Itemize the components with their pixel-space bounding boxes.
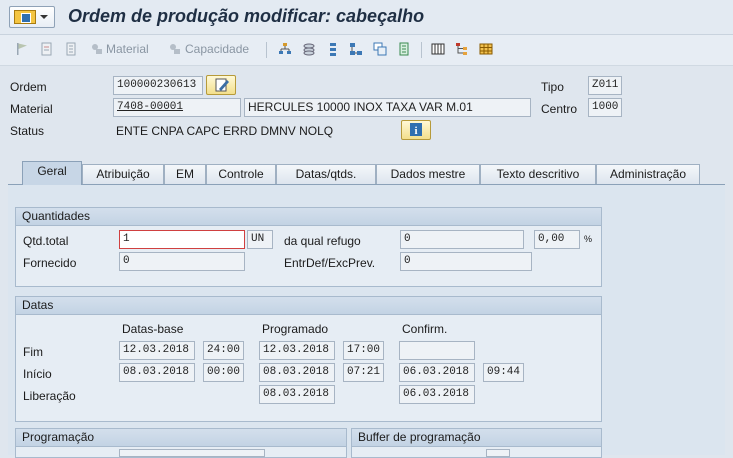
- liberacao-prog-date-field: 08.03.2018: [259, 385, 335, 404]
- info-icon: i: [410, 123, 422, 137]
- material-button[interactable]: Material: [106, 42, 149, 56]
- status-info-button[interactable]: i: [401, 120, 431, 140]
- table-icon[interactable]: [431, 42, 445, 56]
- capacidade-button[interactable]: Capacidade: [185, 42, 249, 56]
- tab-em[interactable]: EM: [164, 164, 206, 184]
- unit-field[interactable]: UN: [247, 230, 273, 249]
- chevron-down-icon: [40, 15, 48, 19]
- material-label: Material: [10, 102, 53, 116]
- programado-header: Programado: [262, 322, 329, 336]
- buffer-field[interactable]: [486, 449, 510, 457]
- tab-administracao[interactable]: Administração: [596, 164, 700, 184]
- fornecido-label: Fornecido: [23, 256, 77, 270]
- entrdef-field: 0: [400, 252, 532, 271]
- tree-icon[interactable]: [455, 42, 469, 56]
- toolbar-separator: [266, 42, 267, 58]
- entrdef-label: EntrDef/ExcPrev.: [284, 256, 376, 270]
- ordem-label: Ordem: [10, 80, 47, 94]
- tab-datas-qtds[interactable]: Datas/qtds.: [276, 164, 376, 184]
- hierarchy-icon[interactable]: [278, 42, 292, 56]
- fim-prog-date-field: 12.03.2018: [259, 341, 335, 360]
- liberacao-confirm-date-field: 06.03.2018: [399, 385, 475, 404]
- material-description-field: HERCULES 10000 INOX TAXA VAR M.01: [244, 98, 531, 117]
- qtd-total-field[interactable]: 1: [119, 230, 245, 249]
- tab-controle[interactable]: Controle: [206, 164, 276, 184]
- inicio-prog-time-field: 07:21: [343, 363, 384, 382]
- material-icon: [92, 44, 102, 54]
- datas-base-header: Datas-base: [122, 322, 184, 336]
- confirm-header: Confirm.: [402, 322, 448, 336]
- tab-texto-descritivo[interactable]: Texto descritivo: [480, 164, 596, 184]
- toolbar-separator: [421, 42, 422, 58]
- system-menu-button[interactable]: [9, 6, 55, 28]
- flag-icon[interactable]: [15, 42, 29, 56]
- datas-title: Datas: [16, 297, 601, 315]
- tab-atribuicao[interactable]: Atribuição: [82, 164, 164, 184]
- tab-dados-mestre[interactable]: Dados mestre: [376, 164, 480, 184]
- fim-prog-time-field: 17:00: [343, 341, 384, 360]
- centro-label: Centro: [541, 102, 578, 116]
- tab-strip: Geral Atribuição EM Controle Datas/qtds.…: [0, 160, 733, 185]
- edit-doc-icon[interactable]: [40, 42, 54, 56]
- refugo-field[interactable]: 0: [400, 230, 524, 249]
- fornecido-field: 0: [119, 252, 245, 271]
- menu-icon: [14, 10, 36, 24]
- edit-order-button[interactable]: [206, 75, 236, 95]
- grid-icon[interactable]: [479, 42, 493, 56]
- status-label: Status: [10, 124, 45, 138]
- inicio-confirm-date-field: 06.03.2018: [399, 363, 475, 382]
- network-icon[interactable]: [349, 42, 363, 56]
- pencil-icon: [215, 78, 229, 92]
- tipo-field[interactable]: Z011: [588, 76, 622, 95]
- windows-icon[interactable]: [373, 42, 387, 56]
- material-field[interactable]: 7408-00001: [113, 98, 241, 117]
- refugo-label: da qual refugo: [284, 234, 361, 248]
- application-toolbar: Material Capacidade: [0, 35, 733, 66]
- inicio-label: Início: [23, 367, 52, 381]
- programacao-field[interactable]: [119, 449, 265, 457]
- percent-sign: %: [584, 234, 593, 244]
- fim-confirm-date-field: [399, 341, 475, 360]
- quantidades-title: Quantidades: [16, 208, 601, 226]
- liberacao-label: Liberação: [23, 389, 76, 403]
- list-doc-icon[interactable]: [397, 42, 411, 56]
- inicio-base-date-field[interactable]: 08.03.2018: [119, 363, 195, 382]
- svg-text:i: i: [414, 125, 417, 137]
- refugo-percent-field[interactable]: 0,00: [534, 230, 580, 249]
- buffer-title: Buffer de programação: [352, 429, 601, 447]
- capacity-icon: [170, 44, 180, 54]
- tab-geral[interactable]: Geral: [22, 161, 82, 185]
- programacao-title: Programação: [16, 429, 346, 447]
- sequence-icon[interactable]: [326, 42, 340, 56]
- fim-base-time-field[interactable]: 24:00: [203, 341, 244, 360]
- stack-icon[interactable]: [302, 42, 316, 56]
- inicio-confirm-time-field: 09:44: [483, 363, 524, 382]
- ordem-field[interactable]: 100000230613: [113, 76, 203, 95]
- page-title: Ordem de produção modificar: cabeçalho: [68, 6, 425, 26]
- fim-base-date-field[interactable]: 12.03.2018: [119, 341, 195, 360]
- qtd-total-label: Qtd.total: [23, 234, 69, 248]
- centro-field[interactable]: 1000: [588, 98, 622, 117]
- fim-label: Fim: [23, 345, 43, 359]
- inicio-prog-date-field: 08.03.2018: [259, 363, 335, 382]
- status-value: ENTE CNPA CAPC ERRD DMNV NOLQ: [116, 124, 334, 138]
- inicio-base-time-field[interactable]: 00:00: [203, 363, 244, 382]
- tipo-label: Tipo: [541, 80, 564, 94]
- document-icon[interactable]: [64, 42, 78, 56]
